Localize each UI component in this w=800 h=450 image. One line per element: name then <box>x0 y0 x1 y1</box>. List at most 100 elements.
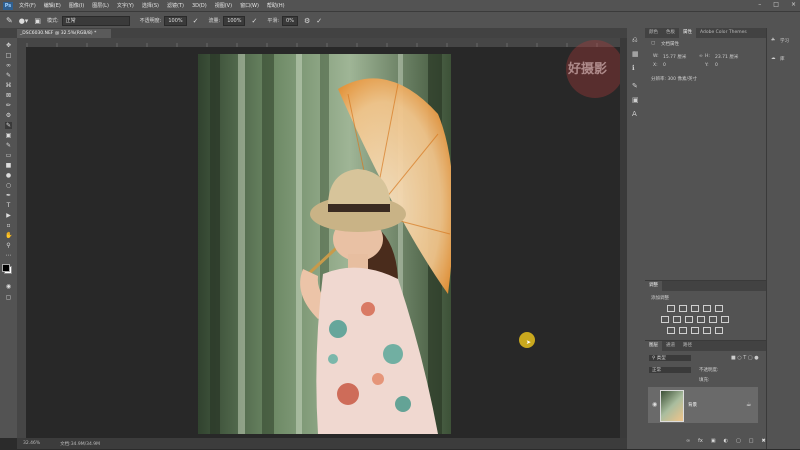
lasso-tool-icon[interactable]: ∞ <box>5 62 12 69</box>
width-value[interactable]: 15.77 厘米 <box>663 54 686 60</box>
tab-properties[interactable]: 属性 <box>679 28 696 38</box>
selective-color-icon[interactable] <box>715 327 723 334</box>
photo-filter-icon[interactable] <box>697 316 705 323</box>
healing-tool-icon[interactable]: ⚙ <box>5 112 12 119</box>
pressure-opacity-icon[interactable]: ✓ <box>193 17 199 25</box>
minimize-icon[interactable]: – <box>758 1 761 8</box>
link-icon[interactable]: ∞ <box>699 54 703 59</box>
menu-layer[interactable]: 图层(L) <box>92 2 109 9</box>
zoom-tool-icon[interactable]: ⚲ <box>5 242 12 249</box>
dodge-tool-icon[interactable]: ○ <box>5 182 12 189</box>
learn-label[interactable]: 学习 <box>780 38 789 44</box>
hue-saturation-icon[interactable] <box>661 316 669 323</box>
fx-icon[interactable]: fx <box>698 438 703 444</box>
layer-comps-icon[interactable]: ▦ <box>632 50 639 58</box>
channel-mixer-icon[interactable] <box>709 316 717 323</box>
menu-window[interactable]: 窗口(W) <box>240 2 259 9</box>
mode-select[interactable]: 正常 <box>61 15 130 26</box>
layer-kind-filter[interactable]: ⚲ 类型 <box>649 355 691 361</box>
pressure-size-icon[interactable]: ✓ <box>316 17 322 25</box>
gear-icon[interactable]: ⚙ <box>304 17 310 25</box>
eraser-tool-icon[interactable]: ▭ <box>5 152 12 159</box>
blend-mode-select[interactable]: 正常 <box>649 367 691 373</box>
photo-canvas[interactable] <box>198 54 451 434</box>
layer-row-background[interactable]: ◉ 背景 ☕ <box>648 387 758 423</box>
libraries-label[interactable]: 库 <box>780 56 785 62</box>
menu-help[interactable]: 帮助(H) <box>267 2 285 9</box>
eyedropper-tool-icon[interactable]: ✏ <box>5 102 12 109</box>
levels-icon[interactable] <box>679 305 687 312</box>
frame-tool-icon[interactable]: ⊠ <box>5 92 12 99</box>
quick-select-tool-icon[interactable]: ✎ <box>5 72 12 79</box>
more-tools-icon[interactable]: ⋯ <box>5 252 12 259</box>
new-layer-icon[interactable]: □ <box>749 438 754 444</box>
curves-icon[interactable] <box>691 305 699 312</box>
smooth-input[interactable]: 0% <box>282 15 298 26</box>
brush-tool-icon[interactable]: ✎ <box>6 16 13 25</box>
layer-filter-icons[interactable]: ■ ○ T ▢ ● <box>731 355 759 361</box>
menu-image[interactable]: 图像(I) <box>69 2 84 9</box>
canvas-scrollbar[interactable] <box>620 38 627 438</box>
airbrush-icon[interactable]: ✓ <box>251 17 257 25</box>
type-tool-icon[interactable]: T <box>5 202 12 209</box>
brush-panel-icon[interactable]: ▣ <box>34 17 41 25</box>
brush-tool-icon[interactable]: ✎ <box>5 122 12 129</box>
history-brush-tool-icon[interactable]: ✎ <box>5 142 12 149</box>
posterize-icon[interactable] <box>679 327 687 334</box>
menu-select[interactable]: 选择(S) <box>142 2 159 9</box>
tab-paths[interactable]: 路径 <box>679 341 696 351</box>
libraries-icon[interactable]: ☁ <box>771 56 776 61</box>
shape-tool-icon[interactable]: ▫ <box>5 222 12 229</box>
menu-edit[interactable]: 编辑(E) <box>44 2 61 9</box>
tab-channels[interactable]: 通道 <box>662 341 679 351</box>
tab-color[interactable]: 颜色 <box>645 28 662 38</box>
info-icon[interactable]: ℹ <box>632 64 635 72</box>
close-icon[interactable]: × <box>791 1 796 8</box>
color-lookup-icon[interactable] <box>721 316 729 323</box>
pen-tool-icon[interactable]: ✒ <box>5 192 12 199</box>
vibrance-icon[interactable] <box>715 305 723 312</box>
zoom-readout[interactable]: 32.46% <box>23 441 40 446</box>
y-value[interactable]: 0 <box>715 63 718 68</box>
menu-3d[interactable]: 3D(D) <box>192 3 207 9</box>
layer-name[interactable]: 背景 <box>688 402 697 408</box>
link-layers-icon[interactable]: ∞ <box>686 438 690 444</box>
new-group-icon[interactable]: ▢ <box>736 438 741 444</box>
document-tab[interactable]: _DSC6030.NEF @ 32.5%(RGB/8) * <box>17 29 111 38</box>
x-value[interactable]: 0 <box>663 63 666 68</box>
opacity-input[interactable]: 100% <box>164 15 187 26</box>
menu-file[interactable]: 文件(F) <box>19 2 36 9</box>
tab-swatches[interactable]: 色板 <box>662 28 679 38</box>
blur-tool-icon[interactable]: ● <box>5 172 12 179</box>
menu-view[interactable]: 视图(V) <box>215 2 232 9</box>
threshold-icon[interactable] <box>691 327 699 334</box>
screen-mode-icon[interactable]: ▢ <box>5 294 12 301</box>
visibility-eye-icon[interactable]: ◉ <box>652 401 657 408</box>
marquee-tool-icon[interactable]: □ <box>5 52 12 59</box>
gradient-map-icon[interactable] <box>703 327 711 334</box>
tab-adjustments[interactable]: 调整 <box>645 281 662 291</box>
clone-source-icon[interactable]: ▣ <box>632 96 639 104</box>
gradient-tool-icon[interactable]: ■ <box>5 162 12 169</box>
crop-tool-icon[interactable]: ⌘ <box>5 82 12 89</box>
maximize-icon[interactable]: □ <box>773 1 779 8</box>
brightness-icon[interactable] <box>667 305 675 312</box>
tab-adobe-color-themes[interactable]: Adobe Color Themes <box>696 28 751 38</box>
brush-preset-picker[interactable]: ●▾ <box>19 17 29 25</box>
invert-icon[interactable] <box>667 327 675 334</box>
menu-filter[interactable]: 滤镜(T) <box>167 2 184 9</box>
foreground-color-swatch[interactable] <box>2 264 10 272</box>
height-value[interactable]: 23.71 厘米 <box>715 54 738 60</box>
hand-tool-icon[interactable]: ✋ <box>5 232 12 239</box>
quick-mask-icon[interactable]: ◉ <box>5 283 12 290</box>
black-white-icon[interactable] <box>685 316 693 323</box>
add-mask-icon[interactable]: ▣ <box>711 438 716 444</box>
brush-settings-icon[interactable]: ✎ <box>632 82 638 90</box>
menu-type[interactable]: 文字(Y) <box>117 2 134 9</box>
history-icon[interactable]: ⎌ <box>632 36 638 45</box>
move-tool-icon[interactable]: ✥ <box>5 42 12 49</box>
path-select-tool-icon[interactable]: ▶ <box>5 212 12 219</box>
color-balance-icon[interactable] <box>673 316 681 323</box>
tab-layers[interactable]: 图层 <box>645 341 662 351</box>
exposure-icon[interactable] <box>703 305 711 312</box>
